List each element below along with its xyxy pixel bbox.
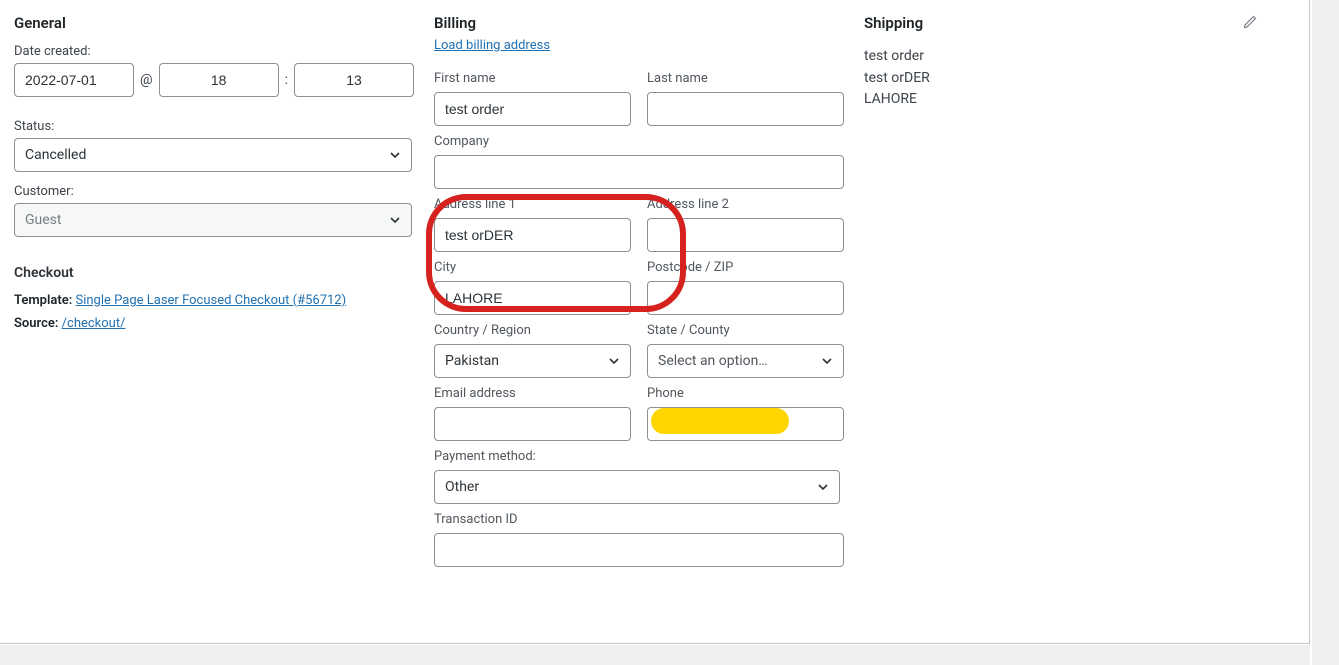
- at-symbol: @: [140, 72, 153, 88]
- transaction-id-input[interactable]: [434, 533, 844, 567]
- address1-label: Address line 1: [434, 197, 631, 212]
- address2-label: Address line 2: [647, 197, 844, 212]
- postcode-input[interactable]: [647, 281, 844, 315]
- email-label: Email address: [434, 386, 631, 401]
- source-label: Source:: [14, 316, 58, 331]
- city-input[interactable]: [434, 281, 631, 315]
- shipping-line-1: test order: [864, 46, 1294, 68]
- billing-column: Billing Load billing address First name …: [434, 14, 864, 640]
- chevron-down-icon: [389, 214, 401, 226]
- last-name-input[interactable]: [647, 92, 844, 126]
- postcode-label: Postcode / ZIP: [647, 260, 844, 275]
- last-name-label: Last name: [647, 71, 844, 86]
- state-value: Select an option…: [658, 353, 768, 369]
- load-billing-address-link[interactable]: Load billing address: [434, 38, 844, 53]
- shipping-line-2: test orDER: [864, 68, 1294, 90]
- chevron-down-icon: [389, 149, 401, 161]
- date-input[interactable]: [14, 63, 134, 97]
- billing-heading: Billing: [434, 14, 844, 32]
- first-name-input[interactable]: [434, 92, 631, 126]
- customer-label: Customer:: [14, 184, 414, 199]
- address2-input[interactable]: [647, 218, 844, 252]
- payment-method-select[interactable]: Other: [434, 470, 840, 504]
- shipping-line-3: LAHORE: [864, 89, 1294, 111]
- state-select[interactable]: Select an option…: [647, 344, 844, 378]
- customer-select[interactable]: Guest: [14, 203, 412, 237]
- hour-input[interactable]: [159, 63, 279, 97]
- right-edge: [1312, 0, 1339, 665]
- status-value: Cancelled: [25, 147, 86, 163]
- phone-label: Phone: [647, 386, 844, 401]
- pencil-icon[interactable]: [1242, 14, 1258, 30]
- template-link[interactable]: Single Page Laser Focused Checkout (#567…: [76, 293, 347, 308]
- chevron-down-icon: [817, 481, 829, 493]
- chevron-down-icon: [608, 355, 620, 367]
- phone-redaction-highlight: [651, 408, 789, 434]
- country-value: Pakistan: [445, 353, 499, 369]
- checkout-heading: Checkout: [14, 265, 414, 281]
- minute-input[interactable]: [294, 63, 414, 97]
- first-name-label: First name: [434, 71, 631, 86]
- country-select[interactable]: Pakistan: [434, 344, 631, 378]
- template-label: Template:: [14, 293, 72, 308]
- state-label: State / County: [647, 323, 844, 338]
- source-link[interactable]: /checkout/: [62, 316, 126, 331]
- chevron-down-icon: [821, 355, 833, 367]
- footer-bar: [0, 645, 1310, 665]
- company-label: Company: [434, 134, 844, 149]
- address1-input[interactable]: [434, 218, 631, 252]
- email-input[interactable]: [434, 407, 631, 441]
- payment-method-label: Payment method:: [434, 449, 844, 464]
- general-heading: General: [14, 14, 414, 32]
- transaction-id-label: Transaction ID: [434, 512, 844, 527]
- general-column: General Date created: @ : Status: Cancel…: [14, 14, 434, 640]
- date-created-label: Date created:: [14, 44, 414, 59]
- company-input[interactable]: [434, 155, 844, 189]
- status-select[interactable]: Cancelled: [14, 138, 412, 172]
- status-label: Status:: [14, 119, 414, 134]
- shipping-heading: Shipping: [864, 14, 1294, 32]
- shipping-column: Shipping test order test orDER LAHORE: [864, 14, 1294, 640]
- customer-value: Guest: [25, 212, 61, 228]
- payment-method-value: Other: [445, 479, 479, 495]
- city-label: City: [434, 260, 631, 275]
- country-label: Country / Region: [434, 323, 631, 338]
- colon-symbol: :: [285, 72, 288, 88]
